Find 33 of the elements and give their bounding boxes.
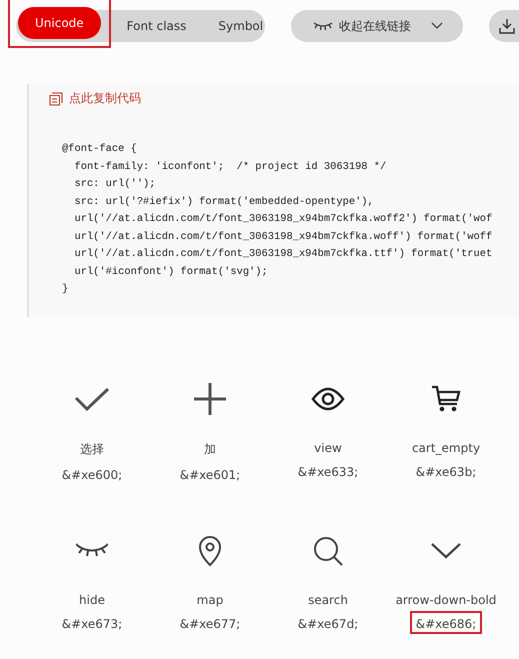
icon-name: cart_empty <box>412 440 480 454</box>
unicode-code: &#xe677; <box>180 616 240 630</box>
download-icon <box>499 18 515 34</box>
icon-name: view <box>314 440 342 454</box>
location-pin-icon <box>198 534 222 566</box>
unicode-code: &#xe67d; <box>298 616 358 630</box>
icon-name: search <box>308 592 348 606</box>
copy-code-link[interactable]: 点此复制代码 <box>49 90 141 107</box>
tab[interactable]: Font class <box>112 10 200 42</box>
tab[interactable]: Unicode <box>18 6 101 38</box>
plus-icon <box>193 382 227 416</box>
eye-icon <box>311 386 345 410</box>
unicode-code: &#xe63b; <box>416 464 476 478</box>
code-text: @font-face { font-family: 'iconfont'; /* project id 3063198 */ src: url(''); src: url('?#iefix') format('embedded-opentype'), url('//at.alicdn.com/t/font_3063198_x94bm7ckfka.woff2') format('wof url('//at.alicdn.com/t/font_3063198_x94bm7ckfka.woff') format('woff url('//at.alicdn.com/t/font_3063198_x94bm7ckfka.ttf') format('truet url('#iconfont') format('svg'); } <box>62 142 494 297</box>
icon-name: map <box>196 592 224 606</box>
chevron-down-icon <box>431 542 461 558</box>
unicode-code: &#xe633; <box>298 464 358 478</box>
search-icon <box>312 534 344 566</box>
check-icon <box>74 386 110 412</box>
unicode-code: &#xe686; <box>416 616 476 630</box>
icon-name: 加 <box>204 440 216 458</box>
link-toggle-dropdown[interactable]: 收起在线链接 <box>291 10 463 42</box>
icon-name: arrow-down-bold <box>396 592 496 606</box>
icon-name: 选择 <box>80 440 104 458</box>
copy-icon <box>49 92 63 106</box>
tab[interactable]: Symbol <box>204 10 278 42</box>
chevron-down-icon <box>431 22 443 30</box>
cart-icon <box>431 384 461 412</box>
unicode-code: &#xe600; <box>62 468 122 482</box>
unicode-code: &#xe601; <box>180 468 240 482</box>
unicode-code: &#xe673; <box>62 616 122 630</box>
closed-eye-icon <box>76 542 108 558</box>
icon-name: hide <box>79 592 105 606</box>
